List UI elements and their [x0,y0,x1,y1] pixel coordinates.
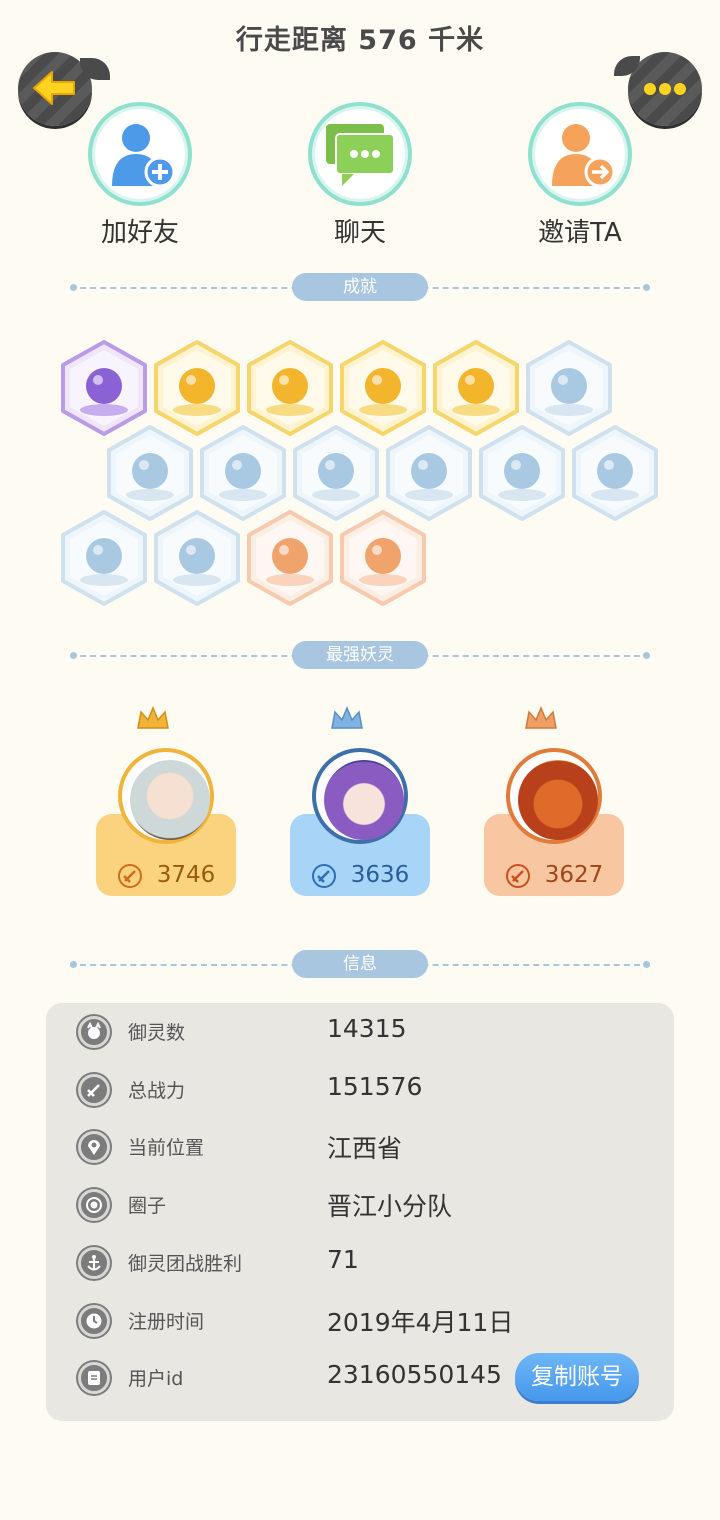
spirit-portrait [506,748,602,844]
info-key: 御灵团战胜利 [128,1253,243,1275]
achievements-section-title: 成就 [292,273,428,301]
info-key: 注册时间 [128,1311,205,1333]
copy-account-button[interactable]: 复制账号 [515,1353,639,1401]
crown-icon [525,706,557,729]
info-value: 14315 [327,1014,407,1043]
achievements-divider: 成就 [70,273,650,303]
page-title: 行走距离 576 千米 [235,25,485,56]
add-friend-button[interactable]: 加好友 [60,102,220,249]
invite-icon [528,102,632,206]
invite-label: 邀请TA [538,218,622,248]
spirit-portrait [118,748,214,844]
yinyang-scroll-badge-icon[interactable] [433,340,519,436]
crystal-badge-icon[interactable] [200,425,286,521]
info-key: 总战力 [128,1080,186,1102]
info-row-team-wins: 御灵团战胜利 71 [46,1243,674,1283]
horned-beast-badge-icon[interactable] [340,510,426,606]
info-key: 当前位置 [128,1137,205,1159]
info-row-spirit-count: 御灵数 14315 [46,1012,674,1052]
eye-banner-badge-icon[interactable] [572,425,658,521]
koi-fish-badge-icon[interactable] [247,510,333,606]
info-row-circle: 圈子 晋江小分队 [46,1185,674,1225]
invite-button[interactable]: 邀请TA [500,102,660,249]
spirit-power: 3627 [544,862,604,888]
clock-icon [78,1305,110,1337]
spirit-figure-badge-icon[interactable] [293,425,379,521]
spirit-card-3[interactable]: 3627 [484,706,624,896]
spirit-count-icon [78,1016,110,1048]
spirit-card-2[interactable]: 3636 [290,706,430,896]
info-value: 晋江小分队 [327,1192,453,1221]
info-value: 151576 [327,1072,423,1101]
golden-pearl-badge-icon[interactable] [247,340,333,436]
crown-icon [137,706,169,729]
info-key: 用户id [128,1368,184,1390]
info-row-location: 当前位置 江西省 [46,1127,674,1167]
spirit-card-1[interactable]: 3746 [96,706,236,896]
info-key: 御灵数 [128,1022,186,1044]
chat-bubble-icon [308,102,412,206]
circle-group-icon [78,1189,110,1221]
strongest-divider: 最强妖灵 [70,641,650,671]
info-row-register-time: 注册时间 2019年4月11日 [46,1301,674,1341]
moon-badge-icon[interactable] [107,425,193,521]
fox-book-badge-icon[interactable] [154,510,240,606]
spirit-power: 3636 [350,862,410,888]
info-key: 圈子 [128,1195,167,1217]
sword-icon [311,863,336,888]
anchor-icon [78,1247,110,1279]
chat-label: 聊天 [333,218,386,248]
chat-button[interactable]: 聊天 [280,102,440,249]
info-value: 71 [327,1245,359,1274]
info-value: 23160550145 [327,1360,502,1389]
cat-balloon-badge-icon[interactable] [479,425,565,521]
sword-icon [78,1074,110,1106]
info-row-total-power: 总战力 151576 [46,1070,674,1110]
add-friend-icon [88,102,192,206]
strongest-section-title: 最强妖灵 [292,641,428,669]
info-value: 2019年4月11日 [327,1308,514,1337]
spirit-power: 3746 [156,862,216,888]
purple-devil-badge-icon[interactable] [61,340,147,436]
cat-cart-badge-icon[interactable] [386,425,472,521]
info-panel: 御灵数 14315 总战力 151576 当前位置 江西省 圈子 晋江小分队 御… [46,1003,674,1421]
spirit-portrait [312,748,408,844]
info-section-title: 信息 [292,950,428,978]
cat-silhouette-badge-icon[interactable] [61,510,147,606]
info-divider: 信息 [70,950,650,980]
sun-orb-badge-icon[interactable] [154,340,240,436]
sneaker-badge-icon[interactable] [526,340,612,436]
location-pin-icon [78,1131,110,1163]
add-friend-label: 加好友 [100,218,179,248]
sword-icon [117,863,142,888]
flaming-yinyang-badge-icon[interactable] [340,340,426,436]
crown-icon [331,706,363,729]
id-card-icon [78,1362,110,1394]
info-value: 江西省 [327,1134,403,1163]
sword-icon [505,863,530,888]
